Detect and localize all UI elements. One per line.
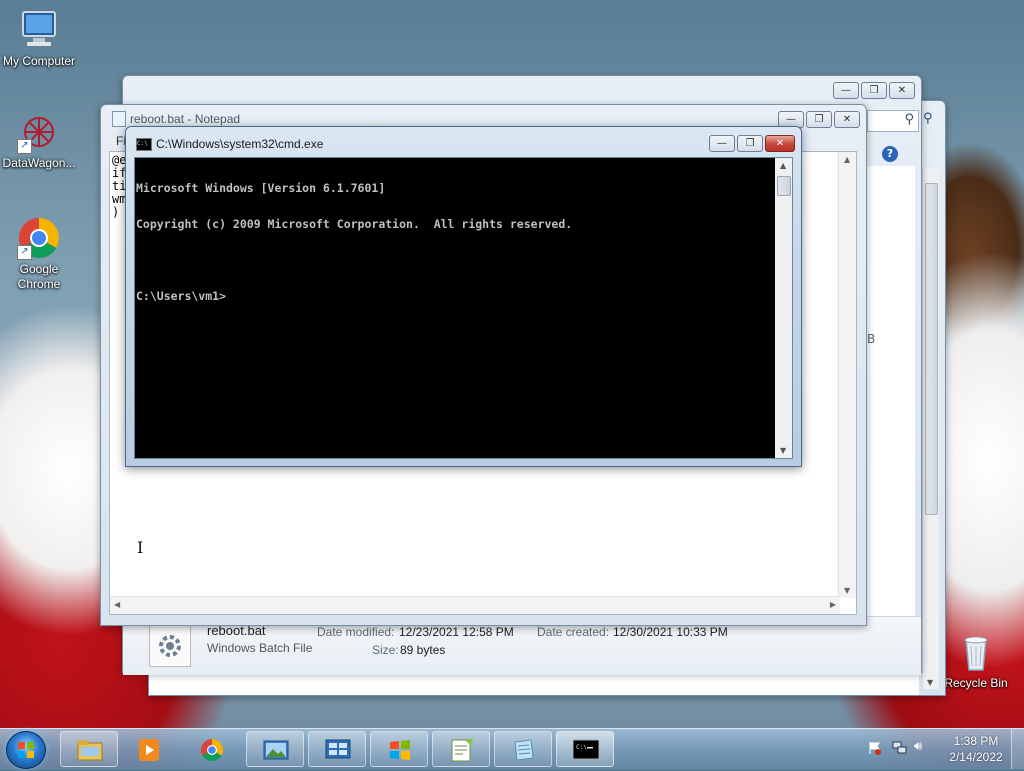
scroll-up-arrow-icon[interactable]: ▲ [844,155,850,164]
taskbar-notepad-plus-plus[interactable] [432,731,490,767]
size-label: Size: [372,643,399,657]
text-cursor-ibeam-icon: I [137,538,144,557]
date-created-value: 12/30/2021 10:33 PM [613,625,728,639]
scrollbar-vertical[interactable]: ▲ ▼ [775,158,792,458]
console-line: C:\Users\vm1> [136,289,227,303]
date-modified-value: 12/23/2021 12:58 PM [399,625,514,639]
scroll-down-arrow-icon[interactable]: ▼ [927,678,933,687]
datawagon-icon: ↗ [17,110,61,154]
help-icon[interactable]: ? [882,146,898,162]
desktop-icon-datawagon[interactable]: ↗ DataWagon... [1,110,77,171]
scroll-up-arrow-icon[interactable]: ▲ [780,161,786,170]
shortcut-arrow-icon: ↗ [17,245,32,260]
svg-text:C:\: C:\ [576,744,587,751]
console-line: Copyright (c) 2009 Microsoft Corporation… [136,217,573,231]
desktop-icon-label: Recycle Bin [944,676,1008,690]
windows-logo-icon [18,742,34,758]
scroll-right-arrow-icon[interactable]: ▶ [830,600,836,609]
notepad-plus-plus-icon [449,738,475,762]
recycle-bin-icon [954,630,998,674]
cmd-title: C:\Windows\system32\cmd.exe [156,137,324,151]
scroll-down-arrow-icon[interactable]: ▼ [780,446,786,455]
explorer-title-buttons: — ❐ ✕ [831,82,915,99]
close-button[interactable]: ✕ [889,82,915,99]
date-modified-label: Date modified: [317,625,395,639]
clock[interactable]: 1:38 PM 2/14/2022 [940,733,1012,765]
shortcut-arrow-icon: ↗ [17,139,32,154]
clock-time: 1:38 PM [953,734,999,748]
taskbar-command-prompt[interactable]: C:\ [556,731,614,767]
file-type: Windows Batch File [207,641,313,655]
taskbar-image-viewer[interactable] [246,731,304,767]
search-icon[interactable]: ⚲ [904,112,914,127]
size-value: 89 bytes [400,643,446,657]
taskbar-media-player[interactable] [120,731,178,767]
date-created-label: Date created: [537,625,610,639]
command-prompt-icon: C:\ [572,738,600,762]
control-panel-icon [325,738,351,762]
tray-action-center-icon[interactable] [868,741,882,755]
desktop-icon-label: DataWagon... [2,156,76,170]
scroll-thumb[interactable] [777,176,791,196]
clock-date: 2/14/2022 [949,750,1003,764]
desktop-icon-google-chrome[interactable]: ↗ Google Chrome [1,216,77,292]
taskbar-control-panel[interactable] [308,731,366,767]
scroll-down-arrow-icon[interactable]: ▼ [844,586,850,595]
scrollbar-vertical[interactable]: ▼ [922,169,939,689]
desktop-icon-recycle-bin[interactable]: Recycle Bin [938,630,1014,691]
folder-icon [77,738,103,762]
minimize-button[interactable]: — [709,135,735,152]
search-icon[interactable]: ⚲ [923,111,937,126]
desktop-icon-label: My Computer [2,54,76,68]
start-button[interactable] [6,731,46,769]
desktop-icon-my-computer[interactable]: My Computer [1,8,77,69]
cmd-console[interactable]: Microsoft Windows [Version 6.1.7601] Cop… [134,157,793,459]
tray-volume-icon[interactable]: 🔊︎ [914,739,932,755]
show-desktop-button[interactable] [1011,729,1024,769]
chrome-icon [199,738,225,762]
scroll-thumb[interactable] [925,183,938,515]
scrollbar-vertical[interactable]: ▲ ▼ [838,152,856,598]
media-player-icon [137,738,163,762]
tray-network-icon[interactable] [892,741,908,755]
taskbar-windows-update[interactable] [370,731,428,767]
taskbar-notepad[interactable] [494,731,552,767]
maximize-button[interactable]: ❐ [806,111,832,128]
maximize-button[interactable]: ❐ [737,135,763,152]
close-button[interactable]: ✕ [834,111,860,128]
chrome-icon: ↗ [17,216,61,260]
address-bar[interactable]: ⚲ [867,110,919,132]
taskbar-google-chrome[interactable] [182,731,240,767]
close-button[interactable]: ✕ [765,135,795,152]
windows-update-icon [387,738,413,762]
notepad-icon [511,738,537,762]
cmd-app-icon: C:\ [136,138,152,151]
console-line: Microsoft Windows [Version 6.1.7601] [136,181,386,195]
batch-file-icon [149,625,191,667]
taskbar: C:\ 🔊︎ 1:38 PM 2/14/2022 [0,728,1024,769]
notepad-app-icon [112,111,126,127]
computer-icon [17,8,61,52]
console-output: Microsoft Windows [Version 6.1.7601] Cop… [136,158,572,326]
minimize-button[interactable]: — [833,82,859,99]
scrollbar-horizontal[interactable]: ◀ ▶ [110,596,840,614]
image-viewer-icon [263,738,289,762]
scroll-left-arrow-icon[interactable]: ◀ [114,600,120,609]
status-strip [149,672,919,695]
notepad-title: reboot.bat - Notepad [130,112,241,126]
maximize-button[interactable]: ❐ [861,82,887,99]
desktop-icon-label: Google Chrome [17,262,61,291]
partial-column-text: B [867,332,876,346]
taskbar-windows-explorer[interactable] [60,731,118,767]
cmd-window[interactable]: C:\ C:\Windows\system32\cmd.exe — ❐ ✕ Mi… [125,126,802,467]
cmd-title-buttons: — ❐ ✕ [707,135,795,152]
